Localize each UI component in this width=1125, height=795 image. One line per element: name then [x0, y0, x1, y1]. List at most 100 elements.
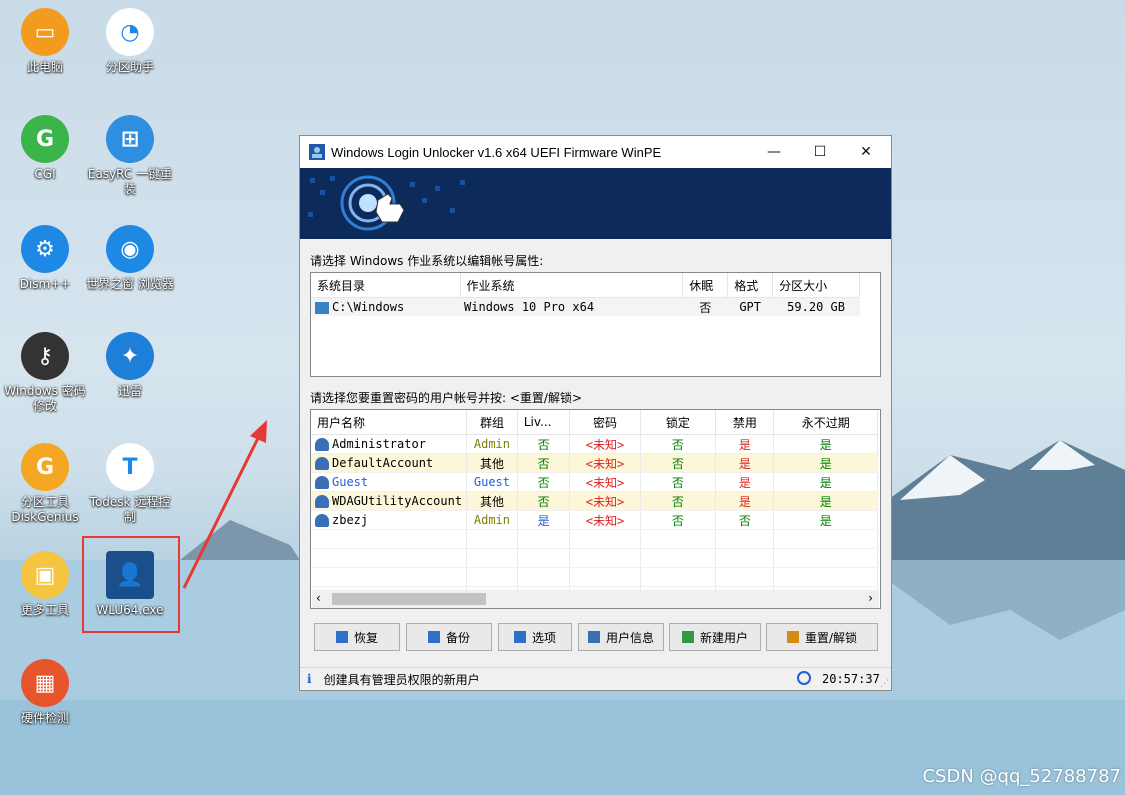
resize-grip-icon[interactable]: ⋰: [880, 679, 889, 689]
scrollbar-thumb[interactable]: [332, 593, 486, 605]
col-header-hibernate[interactable]: 休眠: [682, 273, 729, 298]
user-disabled-text: 是: [738, 475, 751, 490]
empty-cell: [466, 529, 518, 549]
user-group: Guest: [466, 472, 518, 492]
user-info-button[interactable]: 用户信息: [578, 623, 664, 651]
info-icon: i: [307, 672, 312, 686]
empty-cell: [773, 548, 878, 568]
user-never-expire-text: 是: [819, 494, 832, 509]
col-header-disabled[interactable]: 禁用: [715, 410, 775, 435]
new-user-button[interactable]: 新建用户: [669, 623, 761, 651]
user-group-text: 其他: [479, 494, 504, 509]
empty-cell: [517, 567, 571, 587]
user-locked-text: 否: [671, 513, 684, 528]
user-row[interactable]: Guest Guest 否 <未知> 否 是 是: [311, 472, 878, 492]
user-live: 否: [517, 434, 571, 454]
empty-cell: [311, 529, 468, 549]
title-bar[interactable]: Windows Login Unlocker v1.6 x64 UEFI Fir…: [300, 136, 891, 168]
options-button[interactable]: 选项: [498, 623, 572, 651]
empty-cell: [466, 567, 518, 587]
user-row[interactable]: zbezj Admin 是 <未知> 否 否 是: [311, 510, 878, 530]
user-disabled-text: 否: [738, 513, 751, 528]
user-password: <未知>: [569, 491, 641, 511]
os-dir: C:\Windows: [332, 300, 405, 314]
user-password: <未知>: [569, 434, 641, 454]
user-row[interactable]: WDAGUtilityAccount 其他 否 <未知> 否 是 是: [311, 491, 878, 511]
user-password-text: <未知>: [585, 475, 625, 490]
clock-icon: [797, 671, 811, 685]
user-password: <未知>: [569, 510, 641, 530]
col-header-os[interactable]: 作业系统: [460, 273, 684, 298]
user-row[interactable]: Administrator Admin 否 <未知> 否 是 是: [311, 434, 878, 454]
button-label: 重置/解锁: [804, 630, 858, 645]
user-list[interactable]: 用户名称 群组 Liv... 密码 锁定 禁用 永不过期 Administrat…: [310, 409, 881, 609]
user-account-icon: [315, 438, 329, 451]
user-locked-text: 否: [671, 475, 684, 490]
empty-row: [311, 567, 878, 587]
restore-button[interactable]: 恢复: [314, 623, 400, 651]
os-format: GPT: [739, 300, 762, 314]
user-locked: 否: [640, 434, 717, 454]
user-disabled: 是: [715, 472, 775, 492]
user-locked-text: 否: [671, 494, 684, 509]
user-live: 否: [517, 472, 571, 492]
scroll-left-arrow-icon[interactable]: ‹: [316, 591, 321, 605]
empty-cell: [466, 548, 518, 568]
user-never-expire: 是: [773, 453, 878, 473]
empty-cell: [773, 529, 878, 549]
reset-unlock-icon: [786, 631, 799, 643]
user-disabled: 是: [715, 434, 775, 454]
scroll-right-arrow-icon[interactable]: ›: [868, 591, 873, 605]
status-time: 20:57:37: [822, 672, 880, 686]
col-header-password[interactable]: 密码: [569, 410, 641, 435]
restore-icon: [335, 631, 348, 643]
drive-icon: [315, 301, 329, 314]
empty-cell: [311, 567, 468, 587]
app-window: Windows Login Unlocker v1.6 x64 UEFI Fir…: [299, 135, 892, 691]
user-live: 否: [517, 491, 571, 511]
col-header-live[interactable]: Liv...: [517, 410, 571, 435]
user-row[interactable]: DefaultAccount 其他 否 <未知> 否 是 是: [311, 453, 878, 473]
user-info-icon: [587, 631, 600, 643]
status-bar: i 创建具有管理员权限的新用户 20:57:37 ⋰: [300, 667, 891, 690]
empty-cell: [569, 529, 641, 549]
close-button[interactable]: ✕: [843, 136, 889, 168]
user-disabled-text: 是: [738, 437, 751, 452]
button-label: 新建用户: [699, 630, 748, 645]
user-group-text: 其他: [479, 456, 504, 471]
col-header-system-dir[interactable]: 系统目录: [311, 273, 461, 298]
user-never-expire-text: 是: [819, 456, 832, 471]
backup-button[interactable]: 备份: [406, 623, 492, 651]
col-header-format[interactable]: 格式: [727, 273, 774, 298]
col-header-username[interactable]: 用户名称: [311, 410, 468, 435]
horizontal-scrollbar[interactable]: ‹ ›: [312, 590, 879, 608]
empty-cell: [517, 548, 571, 568]
user-name-text: Guest: [332, 475, 369, 489]
minimize-button[interactable]: —: [751, 136, 797, 168]
empty-cell: [569, 548, 641, 568]
user-never-expire: 是: [773, 510, 878, 530]
col-header-locked[interactable]: 锁定: [640, 410, 717, 435]
empty-cell: [640, 567, 717, 587]
empty-row: [311, 529, 878, 549]
os-row[interactable]: C:\Windows Windows 10 Pro x64 否 GPT 59.2…: [311, 297, 860, 316]
maximize-button[interactable]: ☐: [797, 136, 843, 168]
user-group: Admin: [466, 510, 518, 530]
col-header-never-expire[interactable]: 永不过期: [773, 410, 878, 435]
user-account-icon: [315, 495, 329, 508]
reset-unlock-button[interactable]: 重置/解锁: [766, 623, 878, 651]
user-locked-text: 否: [671, 437, 684, 452]
user-password: <未知>: [569, 453, 641, 473]
col-header-partition-size[interactable]: 分区大小: [772, 273, 860, 298]
col-header-group[interactable]: 群组: [466, 410, 518, 435]
empty-cell: [517, 529, 571, 549]
user-live: 否: [517, 453, 571, 473]
button-label: 备份: [445, 630, 470, 645]
backup-icon: [427, 631, 440, 643]
user-group: Admin: [466, 434, 518, 454]
os-list[interactable]: 系统目录 作业系统 休眠 格式 分区大小 C:\Windows Windows …: [310, 272, 881, 377]
user-live-text: 否: [537, 437, 550, 452]
user-name: WDAGUtilityAccount: [311, 491, 468, 511]
os-select-prompt: 请选择 Windows 作业系统以编辑帐号属性:: [310, 254, 544, 268]
empty-cell: [311, 548, 468, 568]
